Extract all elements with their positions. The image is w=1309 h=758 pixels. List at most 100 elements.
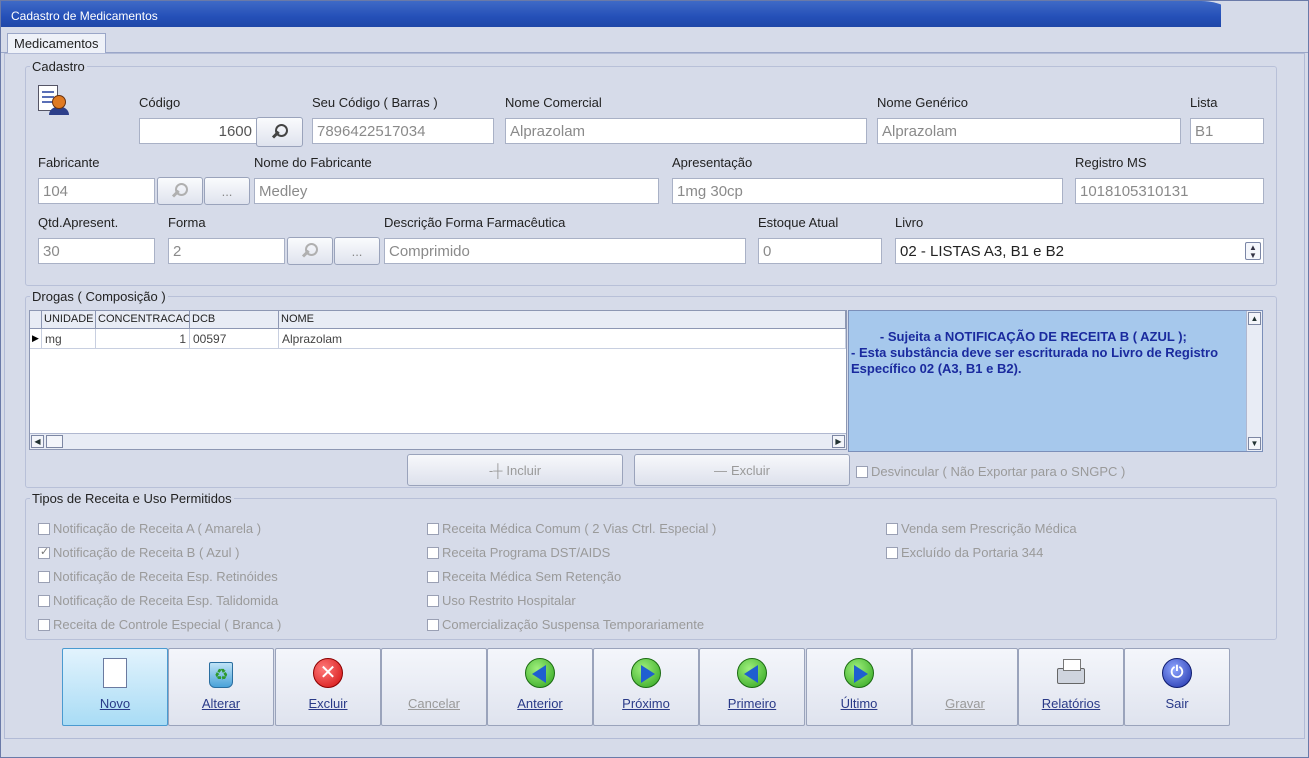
livro-select[interactable]: 02 - LISTAS A3, B1 e B2 ▲ ▼ — [895, 238, 1264, 264]
ultimo-button[interactable]: Último — [806, 648, 912, 726]
proximo-button[interactable]: Próximo — [593, 648, 699, 726]
checkbox-box[interactable] — [886, 522, 898, 535]
proximo-label: Próximo — [622, 696, 670, 711]
checkbox-box[interactable] — [427, 618, 439, 631]
tipo-suspensa-checkbox[interactable]: Comercialização Suspensa Temporariamente — [427, 617, 704, 632]
checkbox-box[interactable] — [856, 465, 868, 478]
plus-icon: -┼ — [488, 462, 503, 478]
table-row[interactable]: ▶ mg 1 00597 Alprazolam — [30, 329, 846, 349]
sair-button[interactable]: ⏻ Sair — [1124, 648, 1230, 726]
tab-medicamentos[interactable]: Medicamentos — [7, 33, 106, 53]
minus-icon: — — [713, 462, 727, 478]
tipos-legend: Tipos de Receita e Uso Permitidos — [30, 491, 234, 506]
forma-field[interactable]: 2 — [168, 238, 285, 264]
incluir-button[interactable]: -┼ Incluir — [407, 454, 623, 486]
seu-codigo-label: Seu Código ( Barras ) — [312, 95, 438, 110]
livro-label: Livro — [895, 215, 924, 230]
desvincular-checkbox[interactable]: Desvincular ( Não Exportar para o SNGPC … — [856, 464, 1125, 479]
apresentacao-field[interactable]: 1mg 30cp — [672, 178, 1063, 204]
tipo-retinoides-checkbox[interactable]: Notificação de Receita Esp. Retinóides — [38, 569, 278, 584]
tipo-hospitalar-checkbox[interactable]: Uso Restrito Hospitalar — [427, 593, 576, 608]
excluir-label: Excluir — [308, 696, 348, 711]
novo-button[interactable]: Novo — [62, 648, 168, 726]
checkbox-box[interactable] — [886, 546, 898, 559]
cell-dcb[interactable]: 00597 — [190, 329, 279, 349]
relatorios-label: Relatórios — [1041, 696, 1101, 711]
fabricante-search-button[interactable] — [157, 177, 203, 205]
checkbox-box[interactable] — [427, 522, 439, 535]
tipo-sem-prescricao-checkbox[interactable]: Venda sem Prescrição Médica — [886, 521, 1077, 536]
fabricante-ellipsis-button[interactable]: ... — [204, 177, 250, 205]
nome-generico-field[interactable]: Alprazolam — [877, 118, 1181, 144]
arrow-first-icon — [736, 658, 768, 690]
registro-ms-field[interactable]: 1018105310131 — [1075, 178, 1264, 204]
scroll-up-icon[interactable]: ▲ — [1248, 312, 1261, 325]
checkbox-box[interactable] — [427, 570, 439, 583]
col-nome[interactable]: NOME — [279, 311, 846, 329]
tipo-comum-checkbox[interactable]: Receita Médica Comum ( 2 Vias Ctrl. Espe… — [427, 521, 716, 536]
forma-search-button[interactable] — [287, 237, 333, 265]
estoque-atual-field[interactable]: 0 — [758, 238, 882, 264]
codigo-field[interactable]: 1600 — [139, 118, 257, 144]
checkbox-box[interactable] — [427, 546, 439, 559]
tipo-talidomida-checkbox[interactable]: Notificação de Receita Esp. Talidomida — [38, 593, 278, 608]
magnifier-icon — [301, 242, 319, 260]
gravar-button[interactable]: Gravar — [912, 648, 1018, 726]
checkbox-label: Receita Programa DST/AIDS — [442, 545, 611, 560]
codigo-search-button[interactable] — [256, 117, 303, 147]
scroll-left-icon[interactable]: ◀ — [31, 435, 44, 448]
fabricante-field[interactable]: 104 — [38, 178, 155, 204]
alterar-button[interactable]: Alterar — [168, 648, 274, 726]
nome-generico-label: Nome Genérico — [877, 95, 969, 110]
scroll-right-icon[interactable]: ▶ — [832, 435, 845, 448]
checkbox-box[interactable] — [38, 594, 50, 607]
nome-comercial-field[interactable]: Alprazolam — [505, 118, 867, 144]
tipos-group: Tipos de Receita e Uso Permitidos Notifi… — [25, 491, 1277, 640]
scroll-down-icon[interactable]: ▼ — [1248, 437, 1261, 450]
seu-codigo-field[interactable]: 7896422517034 — [312, 118, 494, 144]
cell-unidade[interactable]: mg — [42, 329, 96, 349]
forma-label: Forma — [168, 215, 206, 230]
arrow-last-icon — [843, 658, 875, 690]
excluir-button[interactable]: ✕ Excluir — [275, 648, 381, 726]
tipo-branca-checkbox[interactable]: Receita de Controle Especial ( Branca ) — [38, 617, 281, 632]
col-unidade[interactable]: UNIDADE — [42, 311, 96, 329]
nome-fabricante-field[interactable]: Medley — [254, 178, 659, 204]
title-bar: Cadastro de Medicamentos — [1, 1, 1241, 27]
drogas-grid[interactable]: UNIDADE CONCENTRACAO DCB NOME ▶ mg 1 005… — [29, 310, 847, 450]
tipo-notif-b-checkbox[interactable]: Notificação de Receita B ( Azul ) — [38, 545, 239, 560]
tipo-excluido-portaria-checkbox[interactable]: Excluído da Portaria 344 — [886, 545, 1043, 560]
cancelar-button[interactable]: Cancelar — [381, 648, 487, 726]
lista-field[interactable]: B1 — [1190, 118, 1264, 144]
gravar-label: Gravar — [945, 696, 985, 711]
chevron-up-down-icon[interactable]: ▲ ▼ — [1245, 242, 1261, 260]
registro-ms-label: Registro MS — [1075, 155, 1147, 170]
col-concentracao[interactable]: CONCENTRACAO — [96, 311, 190, 329]
main-window: Cadastro de Medicamentos Medicamentos Ca… — [0, 0, 1309, 758]
excluir-droga-button[interactable]: — Excluir — [634, 454, 850, 486]
grid-horizontal-scrollbar[interactable]: ◀ ▶ — [30, 433, 846, 449]
checkbox-box[interactable] — [38, 522, 50, 535]
scroll-thumb[interactable] — [46, 435, 63, 448]
tipo-dst-aids-checkbox[interactable]: Receita Programa DST/AIDS — [427, 545, 610, 560]
cell-nome[interactable]: Alprazolam — [279, 329, 846, 349]
anterior-button[interactable]: Anterior — [487, 648, 593, 726]
forma-ellipsis-button[interactable]: ... — [334, 237, 380, 265]
col-dcb[interactable]: DCB — [190, 311, 279, 329]
cell-concentracao[interactable]: 1 — [96, 329, 190, 349]
grid-header: UNIDADE CONCENTRACAO DCB NOME — [30, 311, 846, 329]
tipo-sem-retencao-checkbox[interactable]: Receita Médica Sem Retenção — [427, 569, 621, 584]
qtd-apresent-field[interactable]: 30 — [38, 238, 155, 264]
tipo-notif-a-checkbox[interactable]: Notificação de Receita A ( Amarela ) — [38, 521, 261, 536]
descricao-forma-field[interactable]: Comprimido — [384, 238, 746, 264]
checkbox-label: Notificação de Receita Esp. Talidomida — [53, 593, 279, 608]
checkbox-box[interactable] — [38, 570, 50, 583]
primeiro-label: Primeiro — [727, 696, 777, 711]
relatorios-button[interactable]: Relatórios — [1018, 648, 1124, 726]
sair-label: Sair — [1165, 696, 1189, 711]
checkbox-box[interactable] — [38, 618, 50, 631]
info-vertical-scrollbar[interactable]: ▲ ▼ — [1246, 311, 1262, 451]
checkbox-box[interactable] — [427, 594, 439, 607]
checkbox-box[interactable] — [38, 545, 50, 559]
primeiro-button[interactable]: Primeiro — [699, 648, 805, 726]
